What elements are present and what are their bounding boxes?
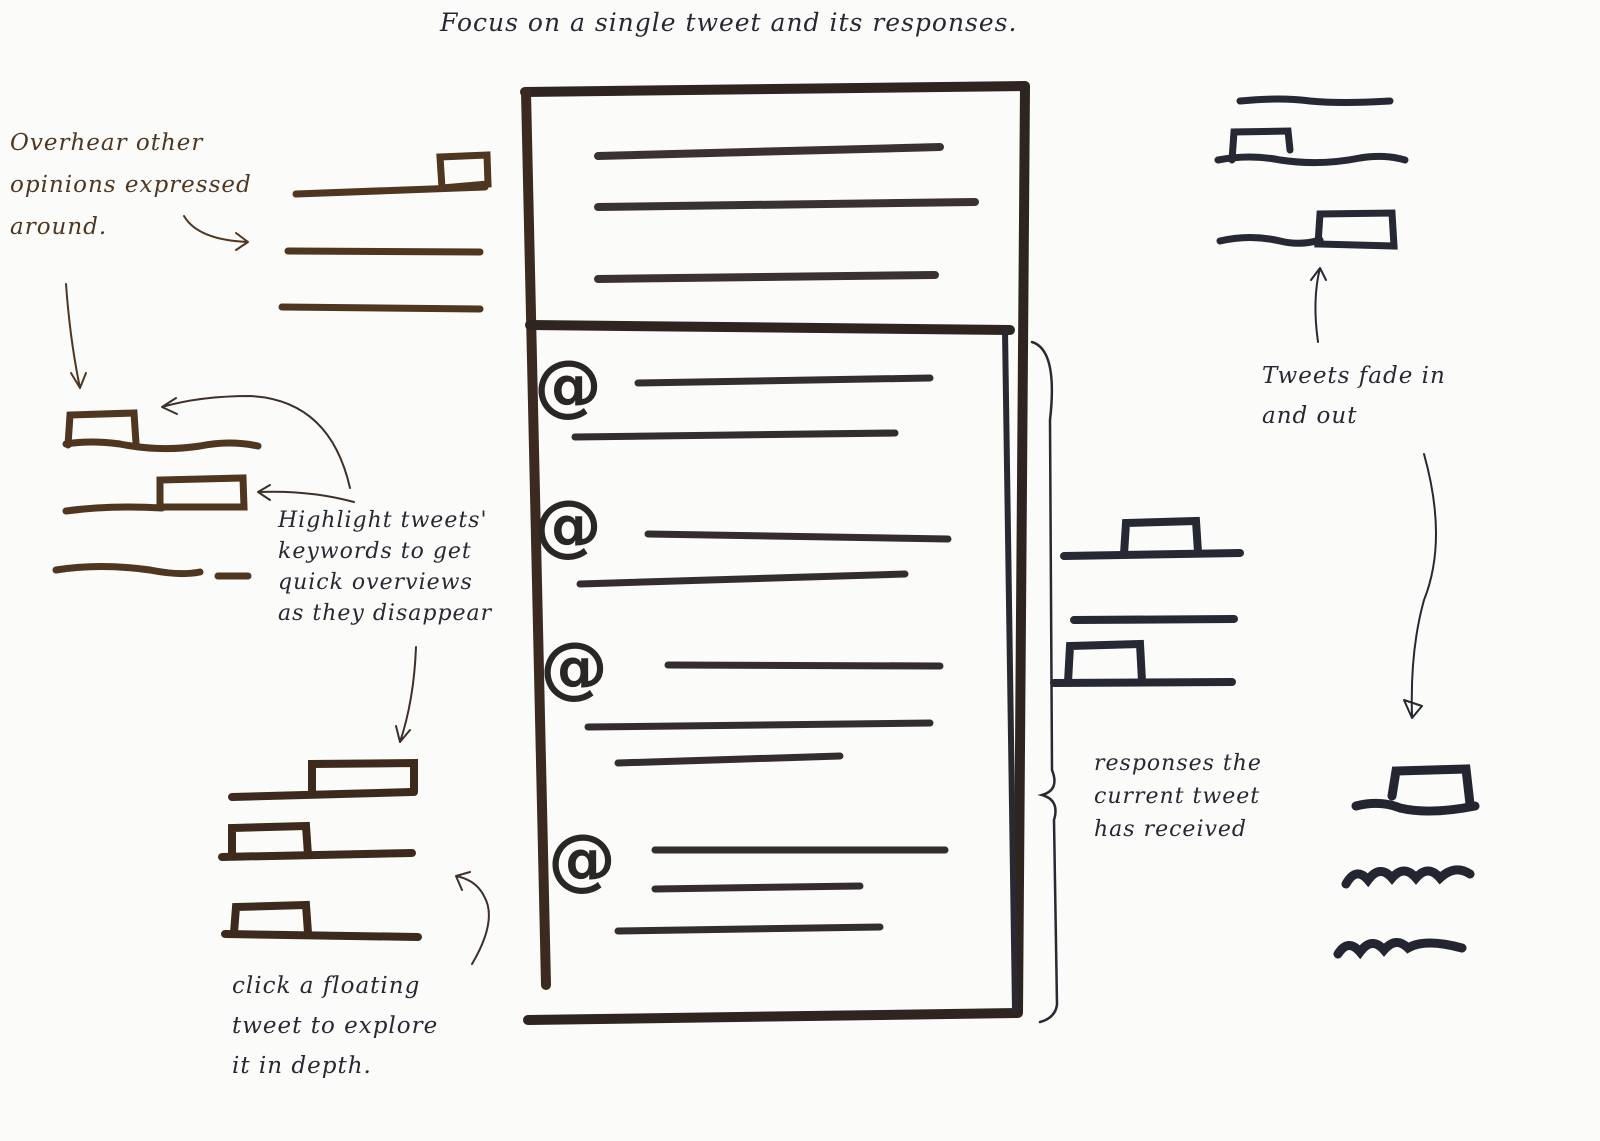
response-text-line — [634, 374, 934, 387]
fading-tweets-top-right[interactable] — [1214, 95, 1409, 250]
fading-tweets-bottom-right[interactable] — [1333, 764, 1480, 960]
arrow-highlight-left — [257, 484, 355, 503]
annotation-click: click a floating tweet to explore it in … — [232, 973, 439, 1079]
tweet-text-line — [594, 143, 944, 160]
floating-tweet-line — [284, 247, 484, 256]
floating-tweet-line — [1351, 798, 1480, 816]
mention-icon: @ — [540, 628, 608, 707]
floating-tweet-line — [1333, 938, 1467, 960]
floating-tweet-line — [1214, 152, 1409, 167]
keyword-box — [230, 900, 312, 937]
keyword-box — [436, 151, 492, 192]
focused-tweet[interactable] — [594, 143, 979, 283]
annotation-highlight: Highlight tweets' keywords to get quick … — [278, 508, 493, 626]
annotation-fade: Tweets fade in and out — [1262, 363, 1446, 429]
response-lines — [571, 374, 952, 935]
annotation-responses: responses the current tweet has received — [1094, 751, 1262, 842]
page-title: Focus on a single tweet and its response… — [440, 8, 1018, 37]
floating-tweets-bottom-left[interactable] — [218, 758, 422, 941]
response-text-line — [614, 752, 844, 767]
keyword-box — [1387, 764, 1475, 809]
floating-tweets-right[interactable] — [1050, 516, 1244, 687]
response-text-line — [576, 570, 909, 588]
floating-tweet-line — [62, 438, 262, 453]
arrow-highlight-down — [395, 646, 417, 743]
floating-tweet-line — [1060, 549, 1244, 560]
floating-tweet-line — [221, 930, 422, 941]
arrow-click-up — [455, 871, 490, 965]
floating-tweet-line — [1341, 865, 1475, 889]
response-text-line — [651, 882, 864, 893]
response-text-line — [614, 923, 884, 935]
floating-tweet-line — [62, 503, 166, 515]
mention-icon: @ — [548, 820, 616, 899]
floating-tweet-line — [1236, 95, 1394, 106]
floating-tweet-line — [1216, 234, 1324, 247]
panel-inner-right — [1002, 327, 1018, 1013]
panel-divider — [525, 320, 1015, 335]
floating-tweet-line — [1070, 615, 1238, 624]
response-text-line — [584, 719, 934, 731]
arrow-fade-up — [1310, 267, 1327, 343]
floating-tweet-line — [228, 788, 416, 801]
arrow-fade-down — [1403, 453, 1437, 719]
response-text-line — [644, 530, 952, 543]
response-text-line — [571, 429, 899, 441]
floating-tweet-line — [218, 849, 416, 861]
keyword-box — [1314, 209, 1398, 250]
floating-tweet-line — [278, 303, 484, 313]
floating-tweets-top-left[interactable] — [278, 151, 492, 313]
response-text-line — [664, 661, 944, 670]
keyword-box — [1064, 639, 1146, 686]
floating-tweets-mid-left[interactable] — [52, 409, 262, 580]
arrow-overhear-down — [65, 283, 87, 389]
keyword-box — [156, 474, 248, 511]
mention-icon: @ — [534, 486, 602, 565]
annotation-overhear: Overhear other opinions expressed around… — [10, 130, 252, 240]
tweet-text-line — [594, 198, 979, 211]
keyword-box — [1120, 516, 1202, 558]
mention-icon: @ — [534, 346, 602, 425]
arrow-highlight-up — [161, 395, 351, 489]
tweet-text-line — [594, 271, 939, 283]
floating-tweet-line — [52, 563, 204, 578]
